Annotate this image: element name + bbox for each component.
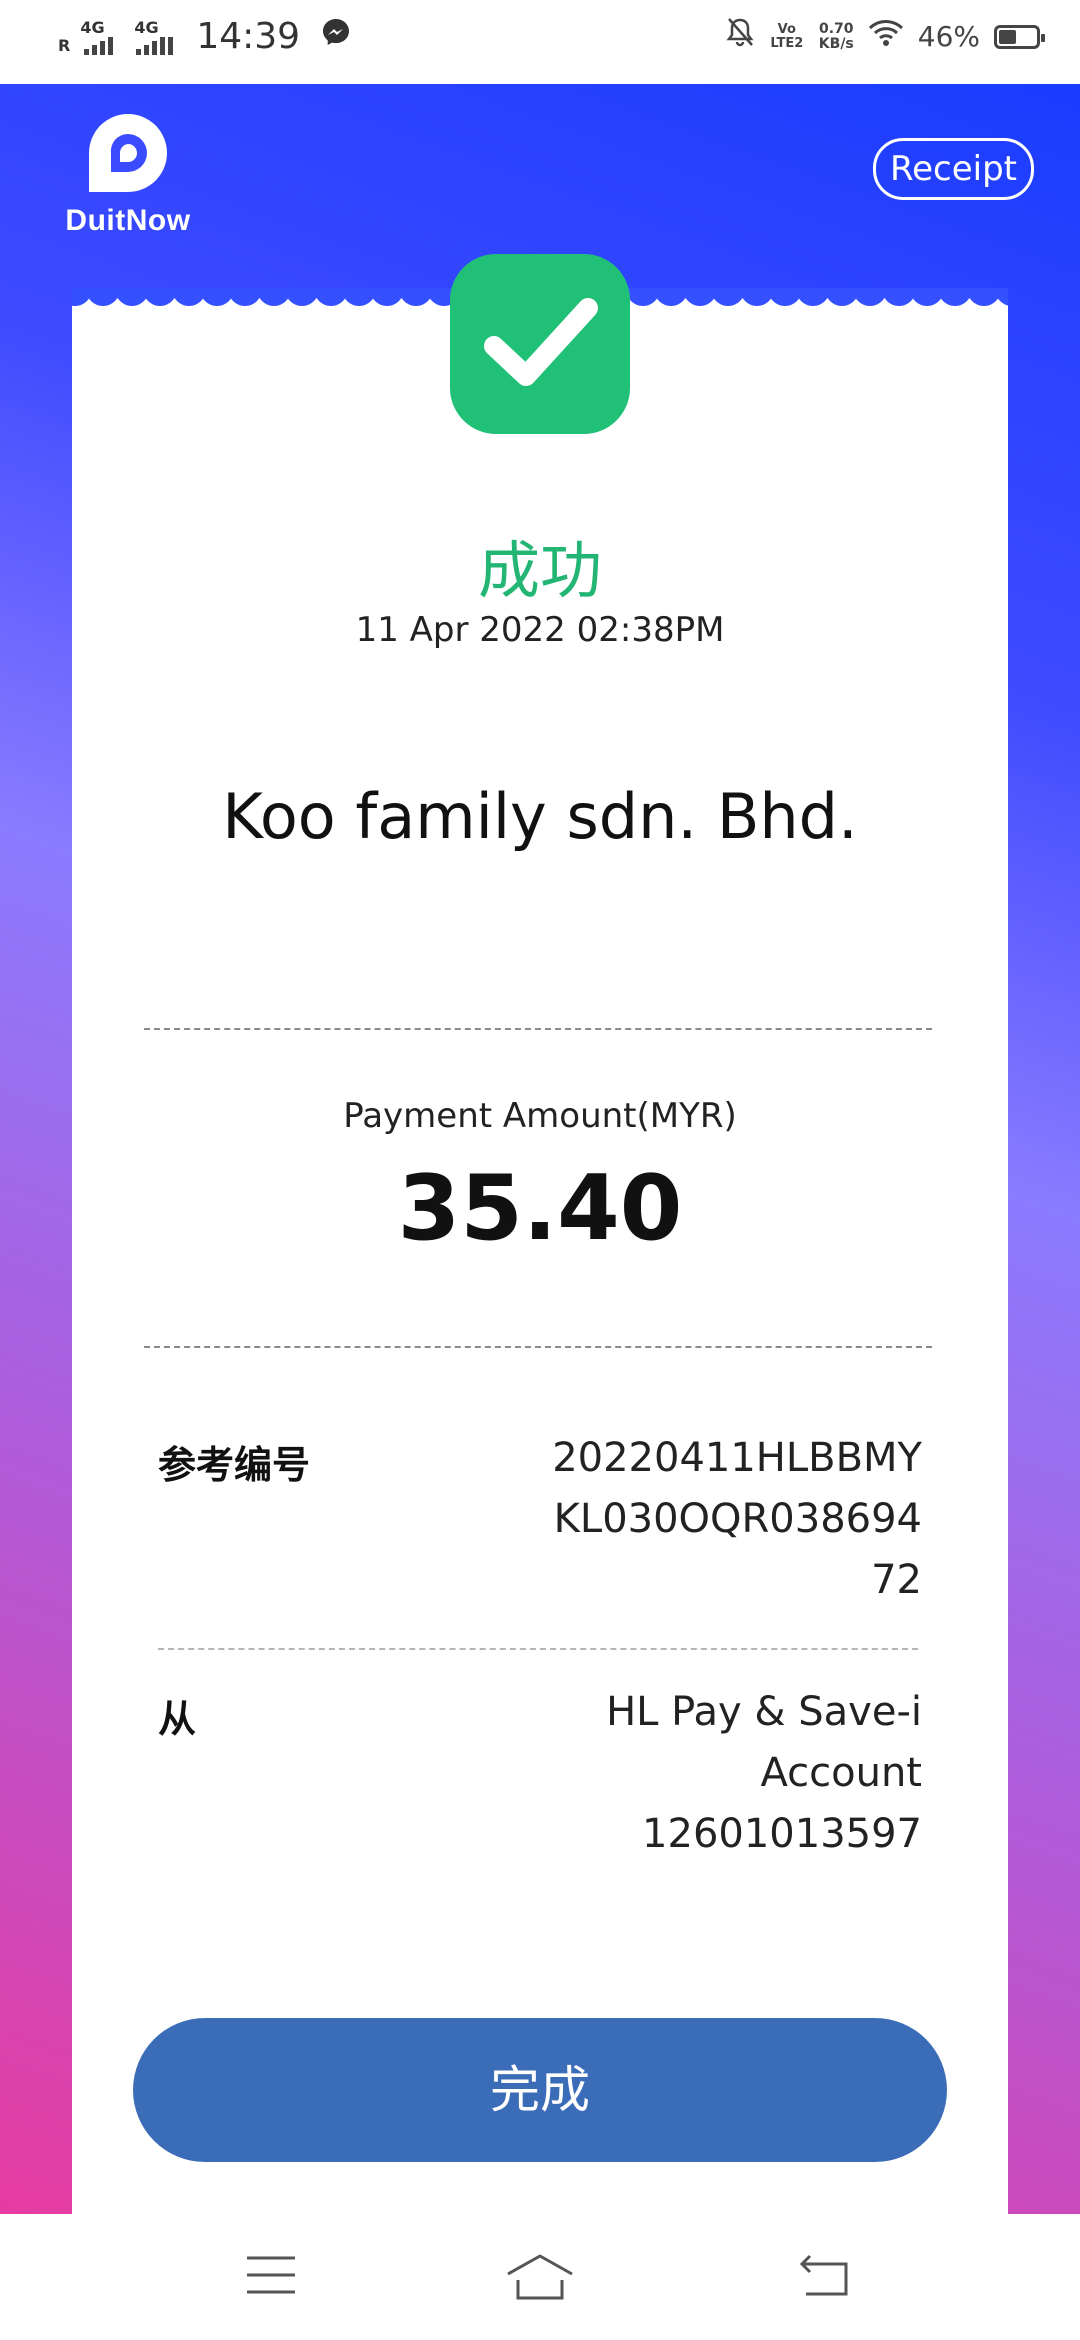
scallop-notch <box>995 288 1008 306</box>
receipt-button[interactable]: Receipt <box>873 138 1034 200</box>
status-bar: R 4G 4G 14:39 Vo LTE2 0.70 KB/s 46% <box>0 0 1080 84</box>
merchant-name: Koo family sdn. Bhd. <box>222 780 858 853</box>
amount-value: 35.40 <box>397 1156 683 1261</box>
reference-value: 20220411HLBBMY KL030OQR038694 72 <box>552 1435 922 1603</box>
duitnow-logo: DuitNow <box>58 110 198 238</box>
status-title: 成功 <box>477 534 602 607</box>
divider <box>144 1028 932 1030</box>
home-icon[interactable] <box>504 2252 576 2306</box>
battery-percent: 46% <box>917 20 980 53</box>
battery-icon <box>994 24 1045 49</box>
logo-text: DuitNow <box>65 204 191 237</box>
system-nav-bar <box>0 2214 1080 2340</box>
from-label: 从 <box>158 1697 197 1741</box>
network-speed: 0.70 KB/s <box>818 20 854 52</box>
amount-label: Payment Amount(MYR) <box>343 1096 737 1136</box>
roaming-indicator: R <box>58 35 71 55</box>
signal-2-icon: 4G <box>132 18 182 55</box>
divider <box>144 1346 932 1348</box>
reference-label: 参考编号 <box>158 1443 311 1487</box>
mute-bell-icon <box>725 16 755 57</box>
duitnow-logo-icon <box>85 110 171 196</box>
receipt-card: 成功 11 Apr 2022 02:38PM Koo family sdn. B… <box>72 254 1008 2214</box>
transaction-datetime: 11 Apr 2022 02:38PM <box>355 610 725 650</box>
clock: 14:39 <box>196 16 301 57</box>
back-icon[interactable] <box>796 2252 852 2302</box>
signal-1-icon: 4G <box>80 18 122 55</box>
divider <box>158 1648 918 1650</box>
messenger-icon <box>320 16 352 57</box>
volte-indicator: Vo LTE2 <box>770 21 804 51</box>
wifi-icon <box>868 17 904 57</box>
success-check-icon <box>450 254 630 434</box>
menu-icon[interactable] <box>244 2252 298 2302</box>
from-account-value: HL Pay & Save-i Account 12601013597 <box>606 1689 922 1857</box>
done-button[interactable]: 完成 <box>133 2018 947 2162</box>
